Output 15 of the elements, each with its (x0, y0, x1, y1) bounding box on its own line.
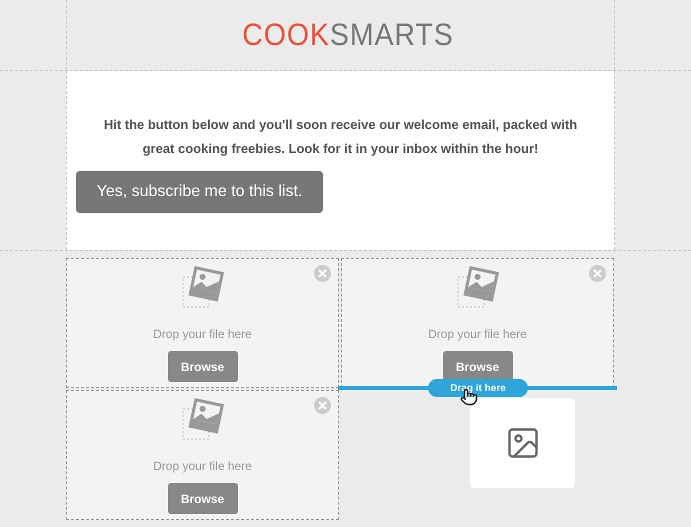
close-icon[interactable] (314, 397, 331, 414)
browse-button[interactable]: Browse (168, 351, 238, 382)
drop-prompt: Drop your file here (153, 459, 252, 473)
welcome-message: Hit the button below and you'll soon receive our welcome email, packed with great cooking freebies. Look for it in your inbox within the hour! (102, 116, 578, 158)
file-drop-zone[interactable]: Drop your file here Browse (66, 390, 339, 520)
close-icon[interactable] (589, 265, 606, 282)
dragged-image-block[interactable] (470, 398, 575, 488)
browse-button[interactable]: Browse (168, 483, 238, 514)
browse-button[interactable]: Browse (442, 351, 512, 382)
cooksmarts-logo: COOKSMARTS (242, 17, 454, 53)
drop-prompt: Drop your file here (428, 327, 527, 341)
subscribe-button[interactable]: Yes, subscribe me to this list. (76, 171, 323, 213)
file-drop-zone[interactable]: Drop your file here Browse (66, 258, 339, 388)
drop-prompt: Drop your file here (153, 327, 252, 341)
close-icon[interactable] (314, 265, 331, 282)
